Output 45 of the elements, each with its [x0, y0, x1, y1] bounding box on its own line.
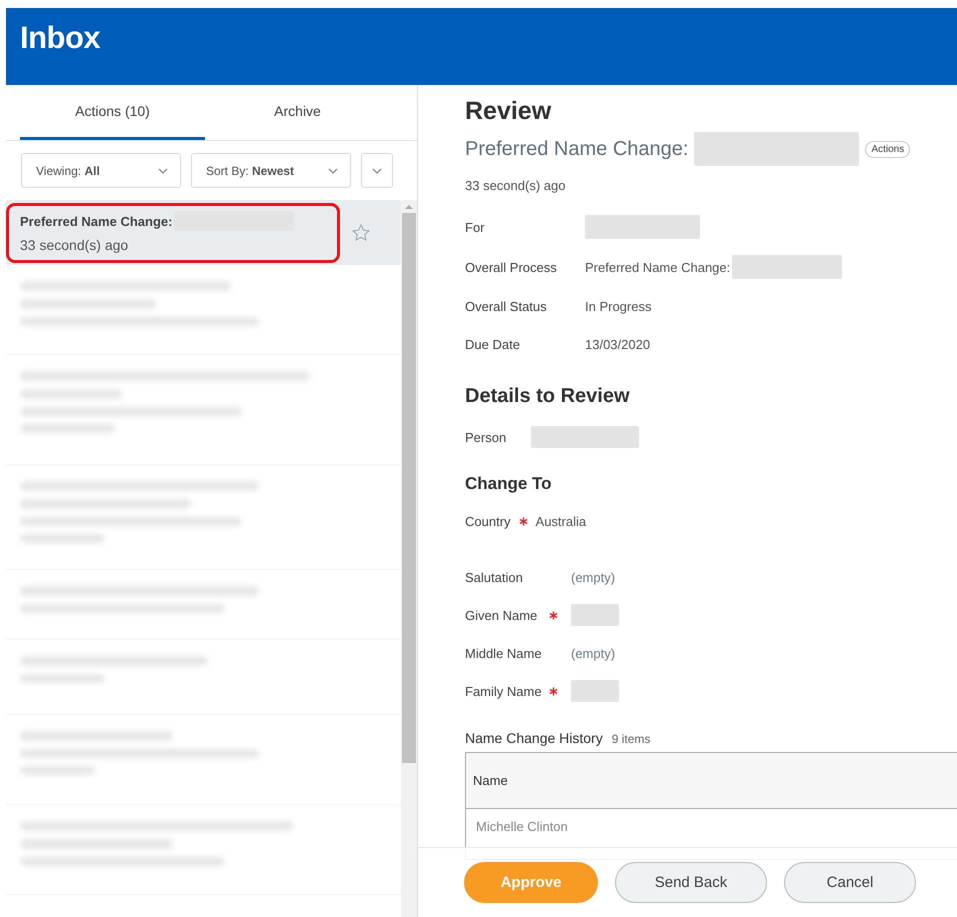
field-label: Country [465, 514, 511, 528]
scrollbar[interactable] [401, 200, 417, 917]
redacted-block [571, 680, 619, 702]
field-value: In Progress [585, 298, 652, 314]
time-ago: 33 second(s) ago [465, 178, 566, 193]
field-value: (empty) [571, 570, 616, 584]
expand-button[interactable] [361, 153, 393, 188]
action-button[interactable]: Send Back [615, 862, 767, 903]
star-icon[interactable] [351, 222, 371, 242]
column-header: Name [473, 773, 508, 788]
field-value: (empty) [571, 646, 616, 660]
field-label: Middle Name [465, 646, 543, 660]
table-cell: Michelle Clinton [476, 819, 568, 834]
action-button[interactable]: Cancel [784, 862, 916, 903]
field-label: Due Date [465, 336, 521, 352]
field-label: Overall Status [465, 298, 548, 314]
chevron-down-icon [328, 168, 338, 174]
review-heading: Review [465, 97, 552, 126]
scroll-up-icon[interactable] [405, 204, 413, 210]
chevron-down-icon [158, 168, 168, 174]
tab[interactable]: Archive [205, 85, 390, 140]
field-label: Given Name [465, 608, 538, 622]
field-value: Australia [536, 514, 586, 528]
field-label: Salutation [465, 570, 524, 584]
task-subtitle: Preferred Name Change: [465, 138, 688, 160]
field-value: Preferred Name Change: [585, 260, 730, 274]
filter-dropdown[interactable]: Viewing: All [21, 153, 181, 188]
chevron-down-icon [372, 168, 382, 174]
item-time: 33 second(s) ago [20, 237, 130, 253]
inbox-item[interactable]: Preferred Name Change: 33 second(s) ago [6, 200, 401, 265]
filter-dropdown[interactable]: Sort By: Newest [191, 153, 351, 188]
table-title: Name Change History [465, 730, 603, 746]
field-label: For [465, 220, 486, 234]
field-label: Overall Process [465, 260, 558, 274]
field-value: 13/03/2020 [585, 336, 650, 352]
page-title: Inbox [20, 20, 100, 56]
field-label: Person [465, 430, 508, 444]
section-heading: Details to Review [465, 385, 631, 408]
tab[interactable]: Actions (10) [20, 85, 205, 140]
field-label: Family Name [465, 684, 543, 698]
section-heading: Change To [465, 474, 553, 494]
actions-button[interactable]: Actions [865, 140, 910, 158]
item-title: Preferred Name Change: [20, 214, 172, 228]
redacted-block [571, 604, 619, 626]
item-count: 9 items [612, 732, 650, 746]
